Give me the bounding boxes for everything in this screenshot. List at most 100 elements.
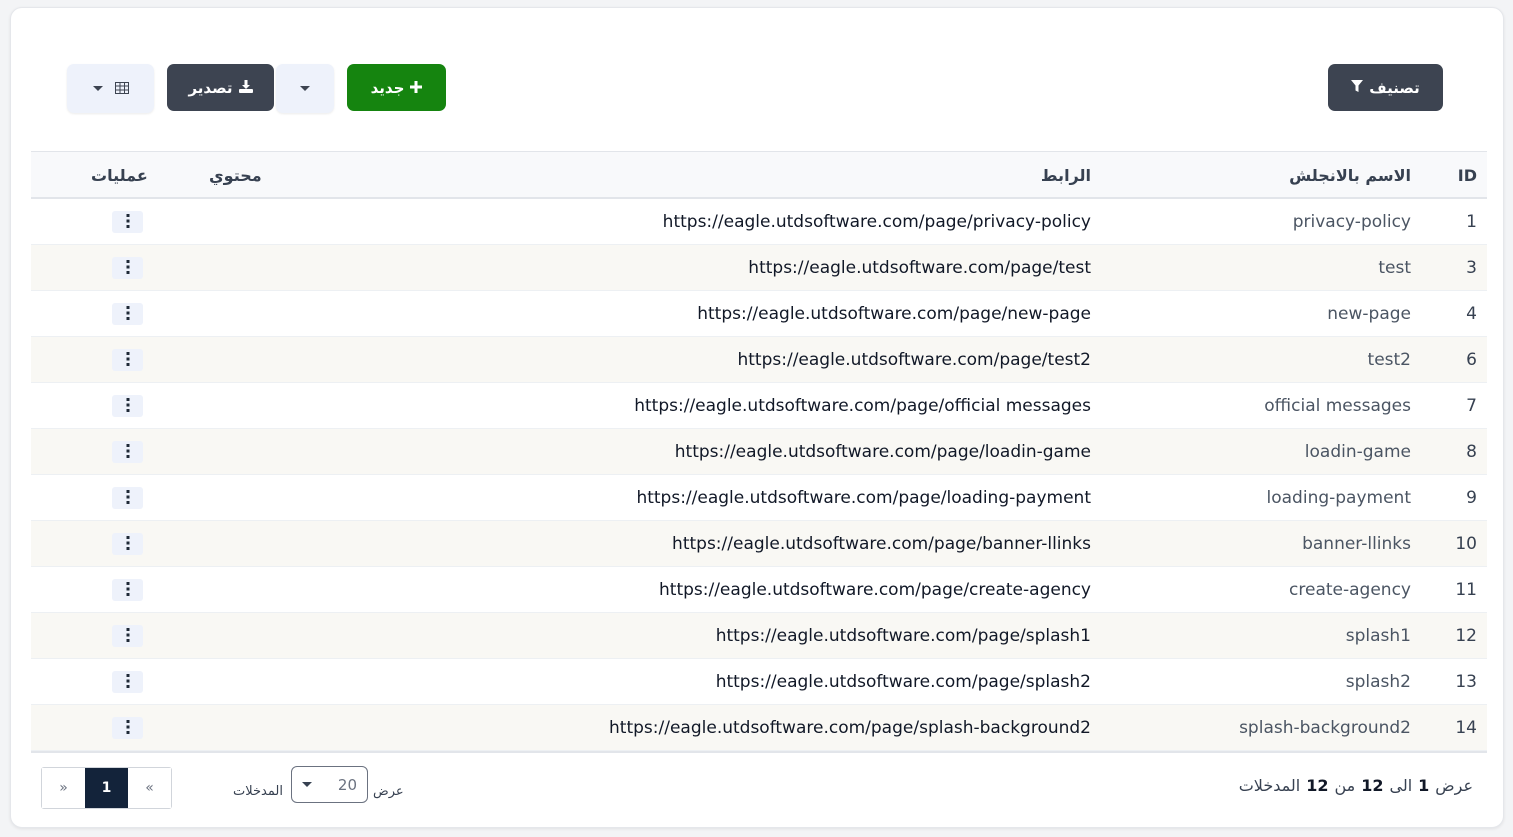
row-actions-button[interactable] (112, 257, 143, 279)
row-actions-button[interactable] (112, 671, 143, 693)
cell-name: test2 (1367, 350, 1411, 370)
kebab-icon (126, 489, 130, 508)
table-row: 14 splash-background2 https://eagle.utdsof… (31, 705, 1487, 751)
filter-button[interactable]: تصنيف (1328, 64, 1443, 111)
row-actions-button[interactable] (112, 625, 143, 647)
column-header-content[interactable]: محتوي (209, 152, 262, 198)
table-body: 1 privacy-policy https://eagle.utdsoftware… (31, 199, 1487, 751)
kebab-icon (126, 305, 130, 324)
kebab-icon (126, 581, 130, 600)
cell-url: https://eagle.utdsoftware.com/page/test2 (737, 350, 1091, 370)
cell-id: 3 (1466, 258, 1477, 278)
cell-id: 12 (1455, 626, 1477, 646)
length-show-label: عرض (373, 784, 404, 799)
pagination-prev[interactable]: « (128, 768, 171, 808)
column-header-url[interactable]: الرابط (1041, 152, 1091, 198)
cell-name: splash-background2 (1239, 718, 1411, 738)
cell-url: https://eagle.utdsoftware.com/page/splas… (715, 672, 1091, 692)
cell-id: 11 (1455, 580, 1477, 600)
cell-url: https://eagle.utdsoftware.com/page/test (748, 258, 1091, 278)
plus-icon (410, 79, 423, 97)
column-header-name[interactable]: الاسم بالانجلش (1289, 152, 1411, 198)
cell-name: splash1 (1345, 626, 1411, 646)
row-actions-button[interactable] (112, 717, 143, 739)
table-row: 7 official messages https://eagle.utdsoftw… (31, 383, 1487, 429)
cell-id: 13 (1455, 672, 1477, 692)
table-row: 12 splash1 https://eagle.utdsoftware.com/p… (31, 613, 1487, 659)
cell-url: https://eagle.utdsoftware.com/page/offic… (634, 396, 1091, 416)
row-actions-button[interactable] (112, 487, 143, 509)
table-row: 9 loading-payment https://eagle.utdsoftwar… (31, 475, 1487, 521)
info-show: عرض (1435, 776, 1473, 795)
page-length-select[interactable]: 20 (291, 766, 368, 803)
kebab-icon (126, 213, 130, 232)
kebab-icon (126, 443, 130, 462)
pagination-next[interactable]: » (42, 768, 85, 808)
kebab-icon (126, 673, 130, 692)
row-actions-button[interactable] (112, 441, 143, 463)
kebab-icon (126, 719, 130, 738)
info-of-word: من (1334, 776, 1356, 795)
column-visibility-button[interactable] (67, 64, 154, 113)
pagination: » 1 « (41, 767, 172, 809)
cell-url: https://eagle.utdsoftware.com/page/splas… (609, 718, 1091, 738)
cell-name: loadin-game (1304, 442, 1411, 462)
kebab-icon (126, 397, 130, 416)
table-row: 1 privacy-policy https://eagle.utdsoftware… (31, 199, 1487, 245)
cell-name: banner-llinks (1302, 534, 1411, 554)
cell-name: create-agency (1289, 580, 1411, 600)
cell-url: https://eagle.utdsoftware.com/page/new-p… (697, 304, 1091, 324)
chevron-down-icon (300, 86, 310, 91)
cell-url: https://eagle.utdsoftware.com/page/banne… (672, 534, 1091, 554)
cell-url: https://eagle.utdsoftware.com/page/creat… (659, 580, 1091, 600)
column-header-id[interactable]: ID (1458, 152, 1477, 198)
table-icon (114, 80, 129, 98)
kebab-icon (126, 259, 130, 278)
filter-icon (1351, 79, 1364, 97)
row-actions-button[interactable] (112, 395, 143, 417)
new-button-label: جديد (370, 78, 405, 97)
table-row: 8 loadin-game https://eagle.utdsoftware.co… (31, 429, 1487, 475)
cell-url: https://eagle.utdsoftware.com/page/loadi… (636, 488, 1091, 508)
filter-button-label: تصنيف (1369, 78, 1420, 97)
table-divider (31, 751, 1487, 753)
cell-id: 1 (1466, 212, 1477, 232)
kebab-icon (126, 627, 130, 646)
table-info: عرض 1 الى 12 من 12 المدخلات (1239, 776, 1473, 795)
pages-table: ID الاسم بالانجلش الرابط محتوي عمليات 1 p… (31, 151, 1487, 753)
info-from: 1 (1418, 776, 1430, 795)
kebab-icon (126, 535, 130, 554)
cell-id: 8 (1466, 442, 1477, 462)
export-button[interactable]: تصدير (167, 64, 274, 111)
chevron-down-icon (92, 86, 103, 91)
cell-id: 6 (1466, 350, 1477, 370)
cell-url: https://eagle.utdsoftware.com/page/splas… (715, 626, 1091, 646)
column-header-operations[interactable]: عمليات (91, 152, 148, 198)
row-actions-button[interactable] (112, 211, 143, 233)
info-to: 12 (1361, 776, 1384, 795)
cell-name: loading-payment (1266, 488, 1411, 508)
row-actions-button[interactable] (112, 533, 143, 555)
row-actions-button[interactable] (112, 303, 143, 325)
table-row: 13 splash2 https://eagle.utdsoftware.com/p… (31, 659, 1487, 705)
length-entries-label: المدخلات (233, 784, 283, 799)
cell-id: 10 (1455, 534, 1477, 554)
table-row: 10 banner-llinks https://eagle.utdsoftware… (31, 521, 1487, 567)
table-row: 4 new-page https://eagle.utdsoftware.com/p… (31, 291, 1487, 337)
row-actions-button[interactable] (112, 349, 143, 371)
new-button[interactable]: جديد (347, 64, 446, 111)
cell-id: 7 (1466, 396, 1477, 416)
chevron-down-icon (302, 782, 312, 787)
info-total: 12 (1306, 776, 1329, 795)
pagination-page-1[interactable]: 1 (85, 768, 128, 808)
cell-id: 4 (1466, 304, 1477, 324)
row-actions-button[interactable] (112, 579, 143, 601)
cell-url: https://eagle.utdsoftware.com/page/loadi… (674, 442, 1091, 462)
new-options-dropdown-button[interactable] (276, 64, 334, 113)
table-row: 3 test https://eagle.utdsoftware.com/page/… (31, 245, 1487, 291)
kebab-icon (126, 351, 130, 370)
info-entries: المدخلات (1238, 776, 1301, 795)
table-header: ID الاسم بالانجلش الرابط محتوي عمليات (31, 151, 1487, 199)
cell-url: https://eagle.utdsoftware.com/page/priva… (662, 212, 1091, 232)
cell-id: 9 (1466, 488, 1477, 508)
